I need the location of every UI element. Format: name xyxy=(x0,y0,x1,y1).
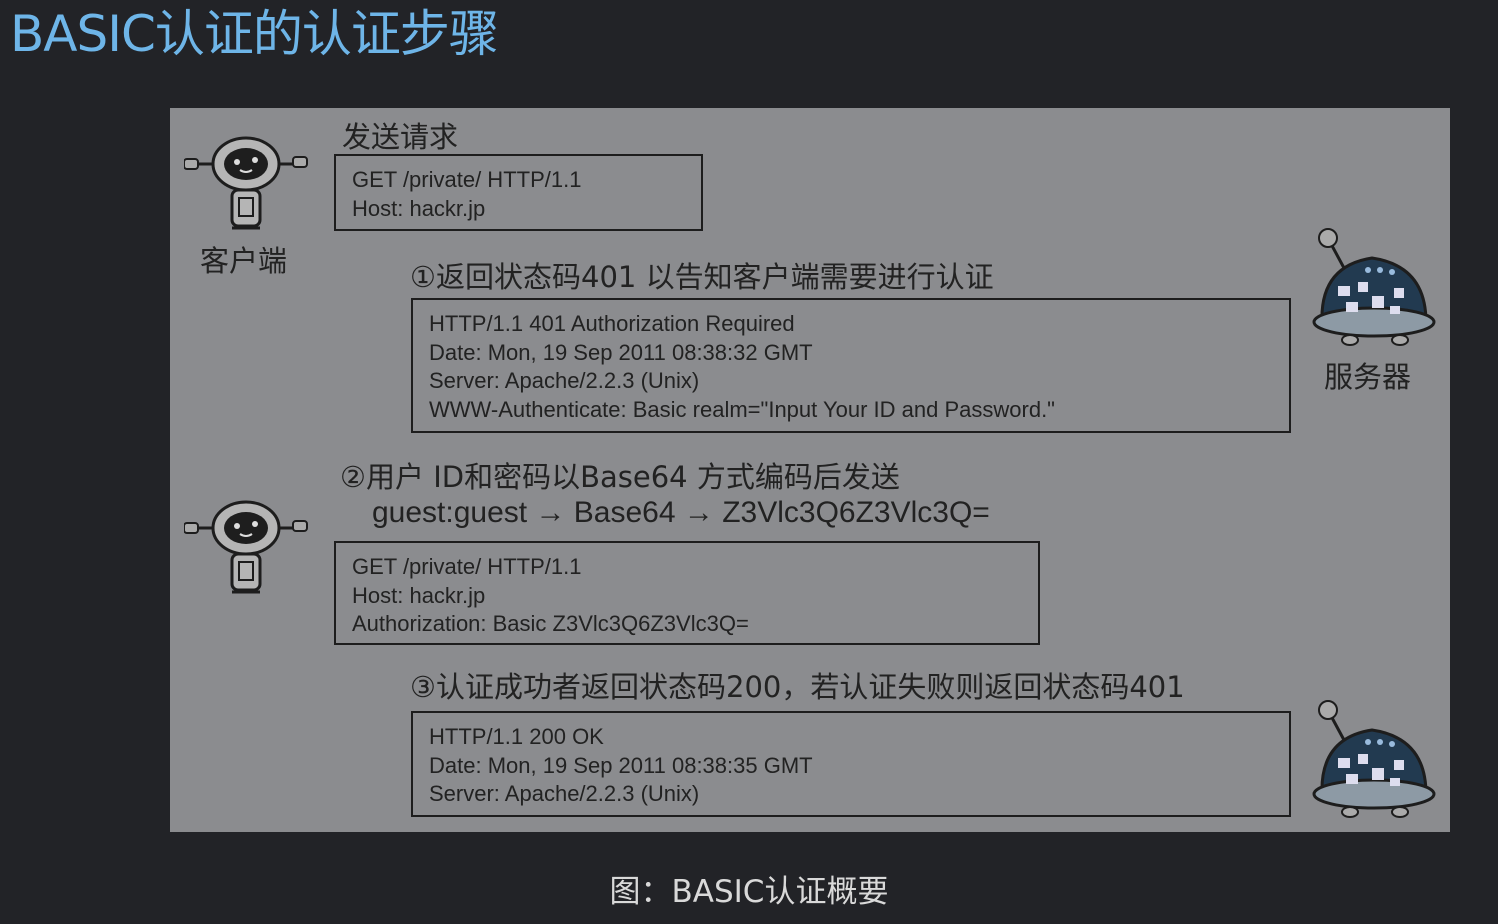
response1-line: Date: Mon, 19 Sep 2011 08:38:32 GMT xyxy=(429,339,813,365)
response-box-2: HTTP/1.1 200 OK Date: Mon, 19 Sep 2011 0… xyxy=(411,711,1291,817)
response2-line: Server: Apache/2.2.3 (Unix) xyxy=(429,781,700,806)
response1-line: Server: Apache/2.2.3 (Unix) xyxy=(429,368,700,393)
response2-line: Date: Mon, 19 Sep 2011 08:38:35 GMT xyxy=(429,752,813,778)
figure-caption: 图：BASIC认证概要 xyxy=(609,874,889,910)
request-box-2: GET /private/ HTTP/1.1 Host: hackr.jp Au… xyxy=(334,541,1040,645)
request2-line: Host: hackr.jp xyxy=(352,582,486,608)
request1-line: Host: hackr.jp xyxy=(352,195,486,221)
response2-line: HTTP/1.1 200 OK xyxy=(429,724,604,749)
client-robot-icon xyxy=(184,500,308,594)
response-box-1: HTTP/1.1 401 Authorization Required Date… xyxy=(411,298,1291,433)
server-robot-icon xyxy=(1312,228,1436,346)
step-1-text: ①返回状态码401 以告知客户端需要进行认证 xyxy=(410,260,994,294)
request2-line: GET /private/ HTTP/1.1 xyxy=(352,554,582,579)
request2-line: Authorization: Basic Z3Vlc3Q6Z3Vlc3Q= xyxy=(352,611,749,636)
request-box-1: GET /private/ HTTP/1.1 Host: hackr.jp xyxy=(334,154,703,231)
server-label: 服务器 xyxy=(1324,360,1412,394)
base64-encode-line: guest:guest → Base64 → Z3Vlc3Q6Z3Vlc3Q= xyxy=(372,496,990,529)
basic-auth-diagram: 发送请求 客户端 GET /private/ HTTP/1.1 Host: ha… xyxy=(170,108,1450,832)
server-robot-icon xyxy=(1312,700,1436,818)
request1-line: GET /private/ HTTP/1.1 xyxy=(352,167,582,192)
page-title: BASIC认证的认证步骤 xyxy=(10,5,499,63)
response1-line: HTTP/1.1 401 Authorization Required xyxy=(429,311,795,336)
response1-line: WWW-Authenticate: Basic realm="Input You… xyxy=(429,396,1055,422)
send-request-label: 发送请求 xyxy=(342,120,459,154)
client-label: 客户端 xyxy=(200,244,288,278)
step-3-text: ③认证成功者返回状态码200，若认证失败则返回状态码401 xyxy=(410,670,1185,704)
step-2-text: ②用户 ID和密码以Base64 方式编码后发送 xyxy=(340,460,900,494)
client-robot-icon xyxy=(184,136,308,230)
